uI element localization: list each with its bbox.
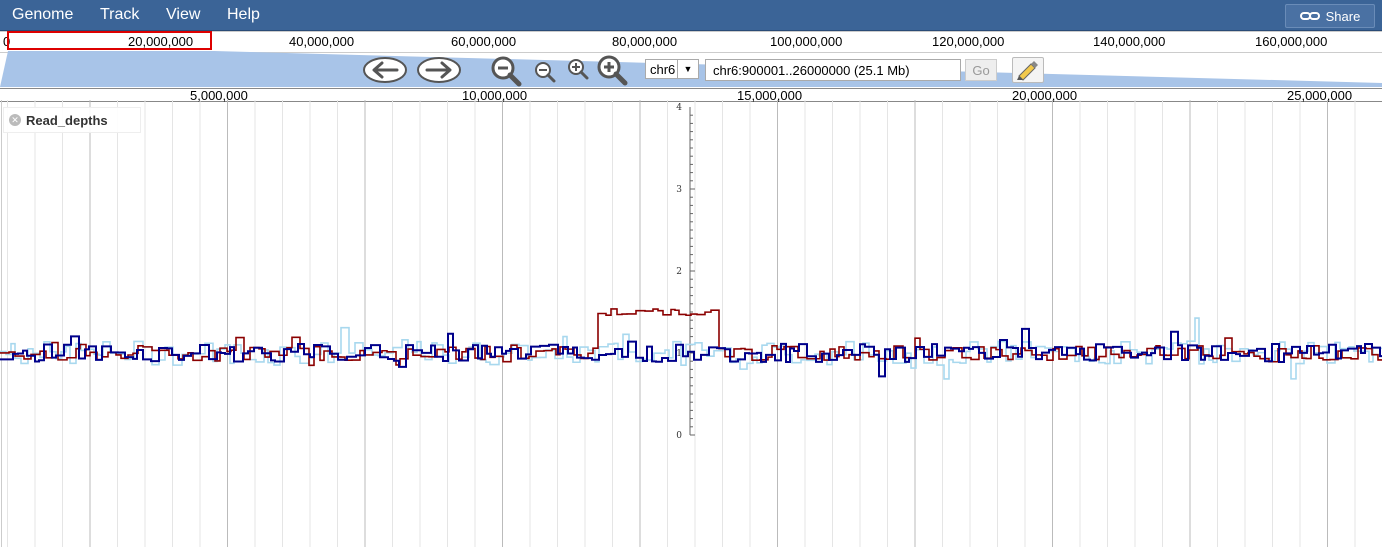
- zoom-out-small-icon[interactable]: [533, 61, 557, 83]
- highlight-button[interactable]: [1012, 57, 1044, 83]
- read-depth-plot[interactable]: 01234: [0, 100, 1382, 547]
- close-icon[interactable]: ✕: [9, 114, 21, 126]
- coverage-line: [0, 308, 1382, 367]
- y-tick-label: 0: [676, 431, 682, 441]
- share-button[interactable]: Share: [1285, 4, 1375, 28]
- chromosome-select[interactable]: chr6 ▼: [645, 59, 699, 79]
- track-label[interactable]: ✕ Read_depths: [3, 107, 141, 133]
- chromosome-value: chr6: [650, 62, 676, 77]
- overview-tick: 160,000,000: [1255, 34, 1328, 49]
- y-tick-label: 2: [676, 267, 682, 277]
- overview-tick: 120,000,000: [932, 34, 1005, 49]
- arrow-right-icon[interactable]: [416, 56, 462, 84]
- overview-tick: 80,000,000: [612, 34, 678, 49]
- link-icon: [1299, 12, 1320, 20]
- chevron-down-icon: ▼: [677, 60, 698, 78]
- zoom-in-icon[interactable]: [595, 54, 629, 86]
- y-tick-label: 4: [676, 103, 682, 113]
- overview-tick: 100,000,000: [770, 34, 843, 49]
- menu-help[interactable]: Help: [227, 6, 260, 24]
- arrow-left-icon[interactable]: [362, 56, 408, 84]
- menu-view[interactable]: View: [166, 6, 200, 24]
- zoom-out-icon[interactable]: [489, 55, 523, 87]
- menu-bar: Genome Track View Help Share: [0, 0, 1382, 31]
- highlighter-icon: [1017, 61, 1038, 81]
- menu-track[interactable]: Track: [100, 6, 139, 24]
- zoom-in-small-icon[interactable]: [566, 58, 590, 80]
- overview-location-box[interactable]: [7, 31, 212, 50]
- location-input[interactable]: chr6:900001..26000000 (25.1 Mb): [705, 59, 961, 81]
- menu-genome[interactable]: Genome: [12, 6, 73, 24]
- overview-tick: 60,000,000: [451, 34, 517, 49]
- overview-tick: 140,000,000: [1093, 34, 1166, 49]
- y-tick-label: 3: [676, 185, 682, 195]
- go-button[interactable]: Go: [965, 59, 997, 81]
- track-name: Read_depths: [26, 113, 108, 128]
- overview-tick: 40,000,000: [289, 34, 355, 49]
- share-label: Share: [1325, 8, 1361, 24]
